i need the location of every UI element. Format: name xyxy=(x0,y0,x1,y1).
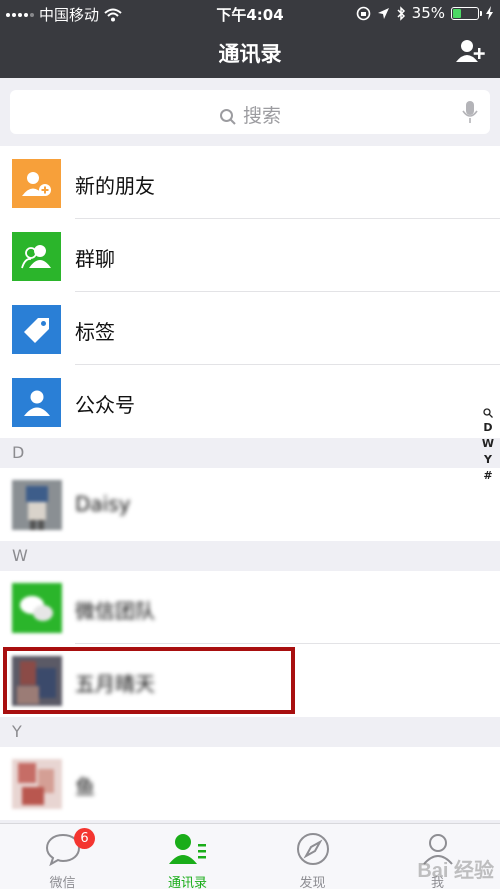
tab-label: 通讯录 xyxy=(167,876,207,889)
group-chat-icon xyxy=(12,232,61,281)
rotation-lock-icon xyxy=(356,6,370,20)
battery-percent: 35% xyxy=(411,4,445,22)
contact-item[interactable]: 鱼 xyxy=(0,747,500,820)
compass-icon xyxy=(296,833,329,865)
avatar xyxy=(12,583,62,633)
search-placeholder: 搜索 xyxy=(242,105,281,127)
status-bar: 中国移动 下午4:04 35% xyxy=(0,0,500,26)
group-chats-label: 群聊 xyxy=(75,247,115,271)
contact-name: 鱼 xyxy=(75,775,95,799)
official-accounts-label: 公众号 xyxy=(75,393,135,417)
tab-contacts[interactable]: 通讯录 xyxy=(125,824,250,889)
unread-badge: 6 xyxy=(74,828,95,849)
contacts-icon xyxy=(168,834,206,864)
group-chats-item[interactable]: 群聊 xyxy=(0,219,500,292)
microphone-icon[interactable] xyxy=(462,100,478,124)
index-search-icon[interactable] xyxy=(483,408,493,418)
official-accounts-item[interactable]: 公众号 xyxy=(0,365,500,438)
section-header-y: Y xyxy=(0,717,500,747)
contact-name: Daisy xyxy=(75,492,131,516)
new-friends-item[interactable]: 新的朋友 xyxy=(0,146,500,219)
index-letter[interactable]: Y xyxy=(484,453,492,466)
search-input[interactable]: 搜索 xyxy=(10,90,490,134)
top-bar: 中国移动 下午4:04 35% 通讯录 xyxy=(0,0,500,78)
bluetooth-icon xyxy=(397,5,405,21)
tab-label: 发现 xyxy=(299,876,326,889)
charging-icon xyxy=(486,6,493,20)
add-contact-icon[interactable] xyxy=(456,38,486,64)
alphabet-index[interactable]: D W Y # xyxy=(482,408,494,482)
section-header-w: W xyxy=(0,541,500,571)
add-friend-icon xyxy=(12,159,61,208)
tab-chats[interactable]: 6 微信 xyxy=(0,824,125,889)
avatar xyxy=(12,480,62,530)
index-letter[interactable]: W xyxy=(482,437,494,450)
battery-icon xyxy=(451,6,482,20)
tab-label: 微信 xyxy=(49,876,76,889)
location-icon xyxy=(377,7,389,19)
new-friends-label: 新的朋友 xyxy=(75,174,155,198)
tab-discover[interactable]: 发现 xyxy=(250,824,375,889)
avatar xyxy=(12,759,62,809)
contact-item[interactable]: 微信团队 xyxy=(0,571,500,644)
tags-item[interactable]: 标签 xyxy=(0,292,500,365)
search-icon xyxy=(219,108,236,125)
section-header-d: D xyxy=(0,438,500,468)
tab-bar: 6 微信 通讯录 发现 我 Bai 经验 xyxy=(0,823,500,889)
watermark: Bai 经验 xyxy=(417,860,494,882)
tags-label: 标签 xyxy=(75,320,115,344)
search-area: 搜索 xyxy=(0,78,500,146)
page-title: 通讯录 xyxy=(218,42,282,66)
contact-name: 微信团队 xyxy=(75,599,155,623)
contact-list: 新的朋友 群聊 标签 公众号 D Daisy W 微信团队 五月晴天 Y 鱼 xyxy=(0,146,500,820)
tag-icon xyxy=(12,305,61,354)
contact-item[interactable]: Daisy xyxy=(0,468,500,541)
official-account-icon xyxy=(12,378,61,427)
highlight-box xyxy=(3,647,295,714)
index-letter[interactable]: D xyxy=(483,421,492,434)
index-letter[interactable]: # xyxy=(483,469,492,482)
